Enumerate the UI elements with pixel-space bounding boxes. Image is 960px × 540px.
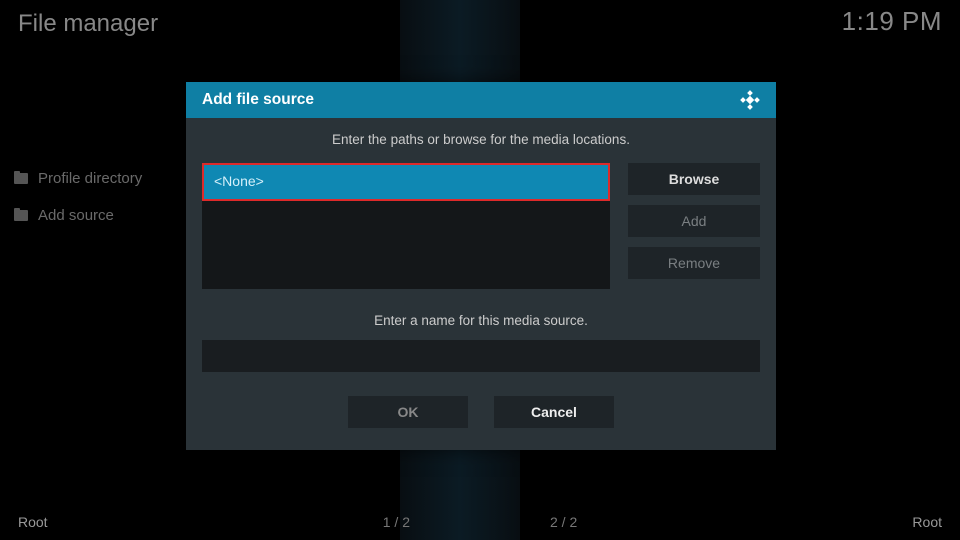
dialog-body: Enter the paths or browse for the media … [186, 118, 776, 450]
kodi-icon [740, 90, 760, 110]
browse-button[interactable]: Browse [628, 163, 760, 195]
remove-button[interactable]: Remove [628, 247, 760, 279]
sidebar-item-add-source[interactable]: Add source [14, 207, 142, 224]
dialog-bottom-buttons: OK Cancel [202, 396, 760, 428]
sidebar-item-profile-directory[interactable]: Profile directory [14, 170, 142, 187]
folder-icon [14, 210, 28, 221]
source-name-input[interactable] [202, 340, 760, 372]
clock: 1:19 PM [842, 6, 942, 37]
side-buttons: Browse Add Remove [628, 163, 760, 279]
footer-center: 1 / 2 2 / 2 [383, 514, 578, 530]
instruction-name: Enter a name for this media source. [202, 313, 760, 328]
page-title: File manager [18, 10, 158, 38]
footer-page-right: 2 / 2 [550, 514, 577, 530]
footer-left: Root [18, 514, 48, 530]
footer-right: Root [912, 514, 942, 530]
add-file-source-dialog: Add file source Enter the paths or brows… [186, 82, 776, 450]
folder-icon [14, 173, 28, 184]
footer: Root 1 / 2 2 / 2 Root [0, 514, 960, 530]
path-list: <None> [202, 163, 610, 289]
cancel-button[interactable]: Cancel [494, 396, 614, 428]
sidebar-item-label: Add source [38, 207, 114, 224]
footer-page-left: 1 / 2 [383, 514, 410, 530]
instruction-paths: Enter the paths or browse for the media … [202, 132, 760, 147]
sidebar: Profile directory Add source [14, 170, 142, 224]
sidebar-item-label: Profile directory [38, 170, 142, 187]
path-row: <None> Browse Add Remove [202, 163, 760, 289]
path-input[interactable]: <None> [202, 163, 610, 201]
ok-button[interactable]: OK [348, 396, 468, 428]
dialog-titlebar: Add file source [186, 82, 776, 118]
add-button[interactable]: Add [628, 205, 760, 237]
dialog-title-text: Add file source [202, 91, 314, 109]
